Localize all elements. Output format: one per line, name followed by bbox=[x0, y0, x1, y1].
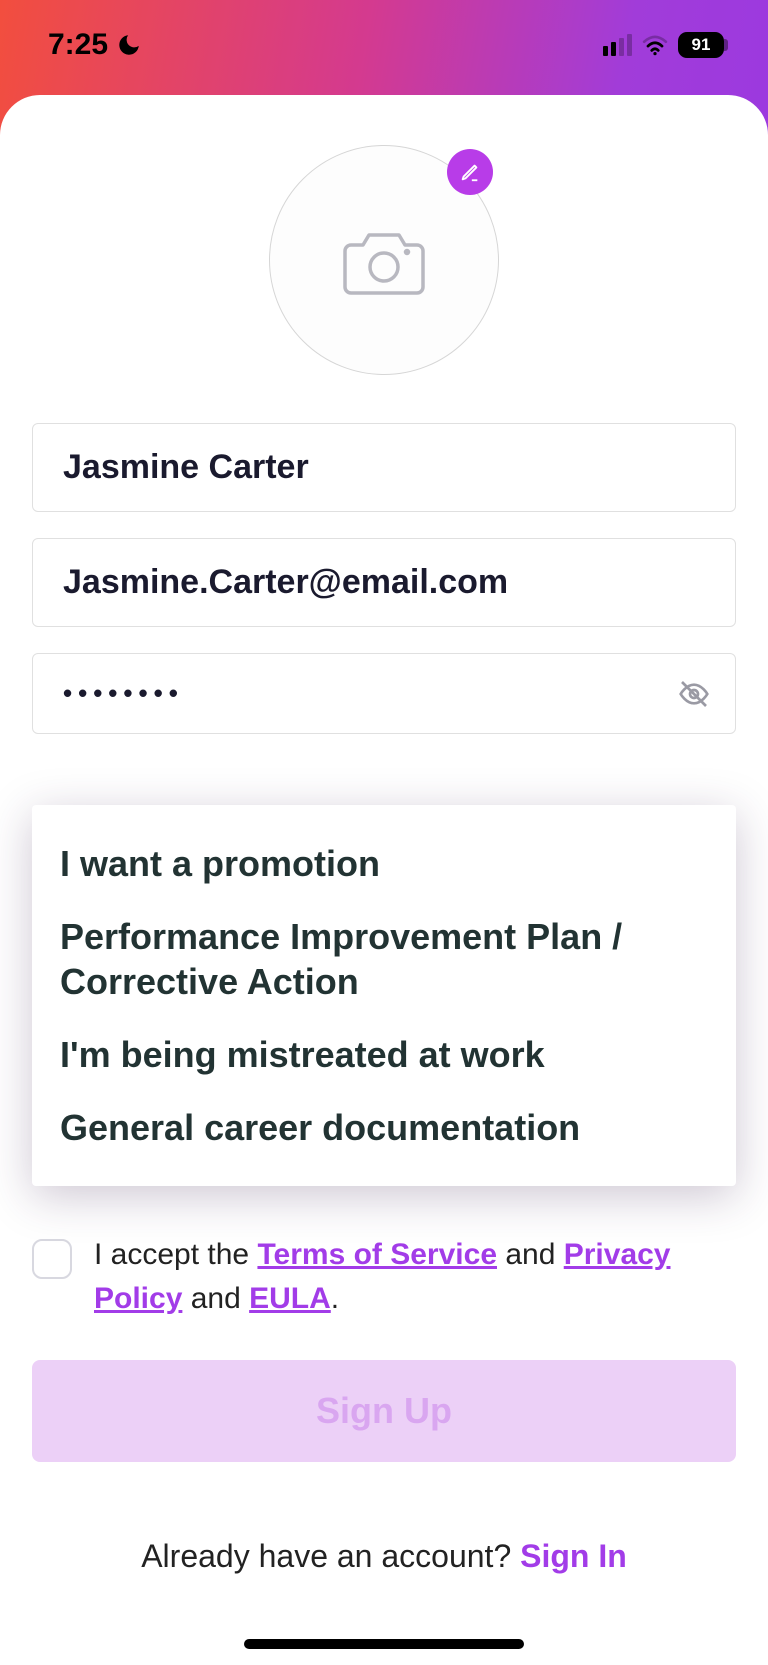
dropdown-option-general[interactable]: General career documentation bbox=[60, 1091, 708, 1164]
status-bar: 7:25 91 bbox=[0, 0, 768, 82]
dropdown-option-pip[interactable]: Performance Improvement Plan / Correctiv… bbox=[60, 900, 708, 1018]
terms-row: I accept the Terms of Service and Privac… bbox=[32, 1205, 736, 1360]
signup-button[interactable]: Sign Up bbox=[32, 1360, 736, 1462]
eula-link[interactable]: EULA bbox=[249, 1282, 331, 1315]
wifi-icon bbox=[642, 34, 668, 56]
avatar-upload[interactable] bbox=[269, 145, 499, 375]
status-time-group: 7:25 bbox=[48, 28, 142, 62]
edit-avatar-button[interactable] bbox=[447, 149, 493, 195]
eye-off-icon[interactable] bbox=[678, 678, 710, 710]
camera-icon bbox=[343, 223, 425, 297]
accept-terms-checkbox[interactable] bbox=[32, 1239, 72, 1279]
email-input[interactable]: Jasmine.Carter@email.com bbox=[32, 538, 736, 627]
dropdown-option-mistreated[interactable]: I'm being mistreated at work bbox=[60, 1018, 708, 1091]
terms-text: I accept the Terms of Service and Privac… bbox=[94, 1233, 736, 1320]
status-indicators: 91 bbox=[603, 32, 728, 58]
signup-card: Jasmine Carter Jasmine.Carter@email.com … bbox=[0, 95, 768, 1665]
name-input[interactable]: Jasmine Carter bbox=[32, 423, 736, 512]
dropdown-option-promotion[interactable]: I want a promotion bbox=[60, 827, 708, 900]
status-time: 7:25 bbox=[48, 28, 108, 62]
home-indicator[interactable] bbox=[244, 1639, 524, 1649]
battery-indicator: 91 bbox=[678, 32, 728, 58]
pencil-icon bbox=[459, 161, 481, 183]
terms-of-service-link[interactable]: Terms of Service bbox=[257, 1238, 497, 1271]
cellular-signal-icon bbox=[603, 34, 632, 56]
reason-dropdown-popup: I want a promotion Performance Improveme… bbox=[32, 805, 736, 1186]
battery-level: 91 bbox=[678, 32, 724, 58]
password-input[interactable]: •••••••• bbox=[32, 653, 736, 734]
signin-link[interactable]: Sign In bbox=[520, 1538, 627, 1574]
moon-icon bbox=[116, 32, 142, 58]
signin-prompt: Already have an account? Sign In bbox=[32, 1538, 736, 1575]
